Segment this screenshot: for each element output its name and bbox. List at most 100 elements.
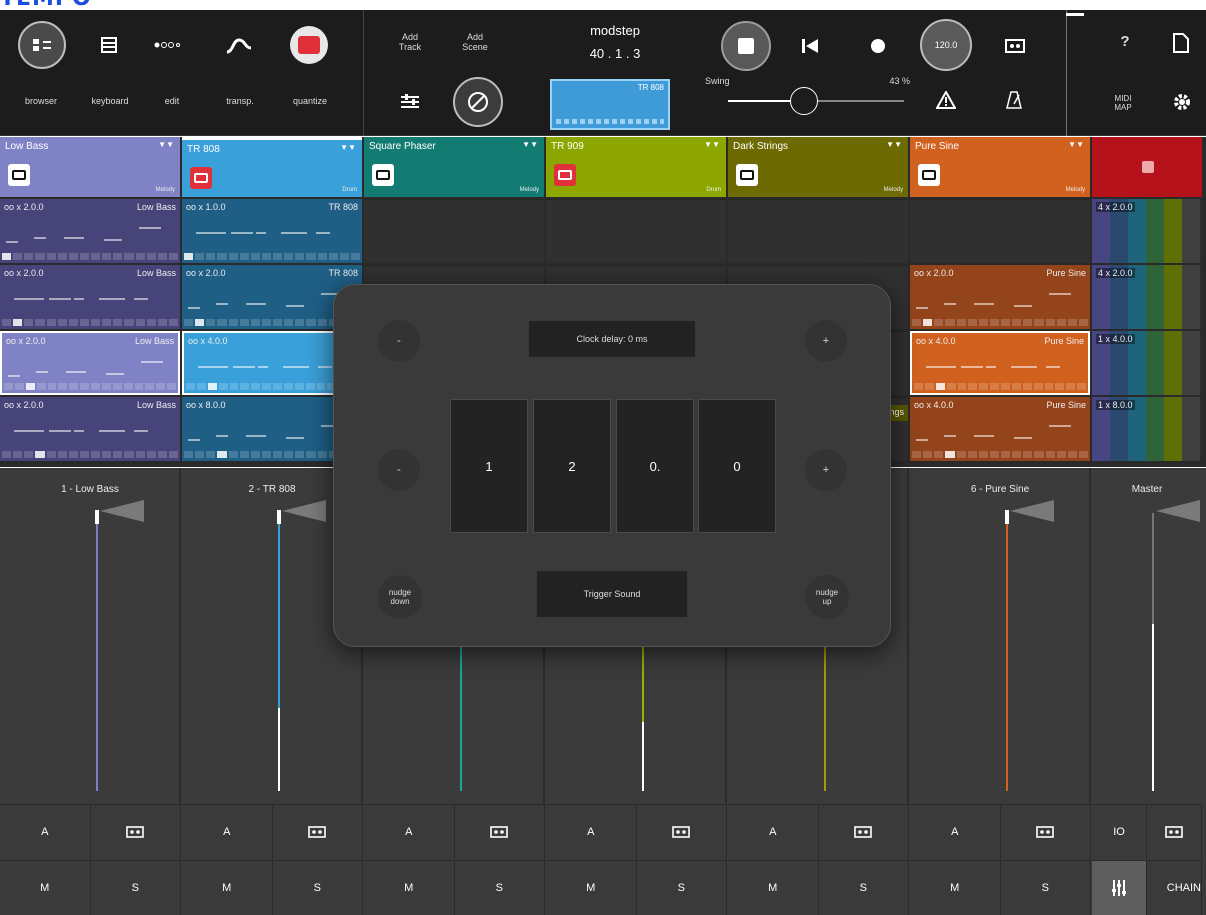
tempo-digit-2[interactable]: 2 [533,399,611,533]
warning-button[interactable] [935,89,957,111]
clip-slot[interactable]: oo x 2.0.0 Low Bass [0,397,180,461]
track-menu-icon[interactable]: ▼▼ [1068,140,1084,149]
solo-button[interactable]: S [1000,861,1091,915]
swing-slider-knob[interactable] [789,87,818,115]
track-menu-icon[interactable]: ▼▼ [522,140,538,149]
step [102,451,112,458]
clock-delay-minus-button[interactable]: - [378,320,420,362]
add-track-button[interactable]: Add Track [390,32,430,52]
track-menu-icon[interactable]: ▼▼ [886,140,902,149]
empty-clip-slot[interactable] [728,199,908,263]
master-scene-slot[interactable]: 1 x 4.0.0 [1092,331,1202,395]
master-scene-slot[interactable]: 1 x 8.0.0 [1092,397,1202,461]
track-header[interactable]: Square Phaser ▼▼ Melody [364,137,544,197]
add-scene-button[interactable]: Add Scene [455,32,495,52]
tape-button[interactable] [272,805,363,859]
tempo-plus-button[interactable]: + [805,449,847,491]
mini-clip-preview[interactable]: TR 808 [550,79,670,130]
arm-button[interactable]: A [728,805,819,859]
tape-button[interactable] [1000,805,1091,859]
track-menu-icon[interactable]: ▼▼ [158,140,174,149]
clip-slot[interactable]: oo x 2.0.0 Pure Sine [910,265,1090,329]
arm-button[interactable]: A [0,805,91,859]
arm-button[interactable]: A [364,805,455,859]
stop-all-button[interactable] [453,77,503,127]
step [1012,319,1022,326]
empty-clip-slot[interactable] [910,199,1090,263]
clock-delay-plus-button[interactable]: + [805,320,847,362]
master-stop-icon[interactable] [1142,161,1154,173]
clip-slot[interactable]: oo x 2.0.0 Low Bass [0,265,180,329]
clip-slot[interactable]: oo x 2.0.0 Low Bass [0,199,180,263]
arm-button[interactable]: A [910,805,1001,859]
metronome-button[interactable] [1003,89,1025,111]
mute-button[interactable]: M [728,861,819,915]
solo-button[interactable]: S [90,861,181,915]
tempo-minus-button[interactable]: - [378,449,420,491]
tape-button[interactable] [90,805,181,859]
quantize-button[interactable] [290,26,328,64]
tape-button[interactable] [818,805,909,859]
empty-clip-slot[interactable] [364,199,544,263]
mute-button[interactable]: M [364,861,455,915]
solo-button[interactable]: S [454,861,545,915]
stop-button[interactable] [721,21,771,71]
track-menu-icon[interactable]: ▼▼ [340,143,356,152]
solo-button[interactable]: S [636,861,727,915]
trigger-sound-button[interactable]: Trigger Sound [537,571,687,617]
tape-button[interactable] [636,805,727,859]
track-header[interactable]: Pure Sine ▼▼ Melody [910,137,1090,197]
nudge-up-button[interactable]: nudge up [805,575,849,619]
master-scene-slot[interactable]: 4 x 2.0.0 [1092,265,1202,329]
mute-button[interactable]: M [0,861,91,915]
tape-button[interactable] [1003,34,1027,58]
arm-button[interactable]: A [182,805,273,859]
settings-button[interactable] [1170,90,1194,114]
chain-button[interactable]: CHAIN [1147,861,1202,915]
solo-button[interactable]: S [272,861,363,915]
tempo-button[interactable]: 120.0 [920,19,972,71]
volume-handle[interactable] [1010,500,1054,522]
record-button[interactable] [866,34,890,58]
swing-slider[interactable] [728,87,904,115]
clip-slot[interactable]: oo x 4.0.0 Pure Sine [910,397,1090,461]
track-header[interactable]: TR 808 ▼▼ Drum [182,137,362,197]
keyboard-button[interactable] [96,32,122,58]
track-header[interactable]: Low Bass ▼▼ Melody [0,137,180,197]
mixer-settings-button[interactable] [398,90,422,114]
mute-button[interactable]: M [182,861,273,915]
volume-handle[interactable] [100,500,144,522]
nudge-down-button[interactable]: nudge down [378,575,422,619]
channel-fader[interactable] [96,513,98,791]
tape-button[interactable] [454,805,545,859]
clip-slot[interactable]: oo x 2.0.0 Low Bass [0,331,180,395]
mute-button[interactable]: M [910,861,1001,915]
browser-button[interactable] [18,21,66,69]
new-document-button[interactable] [1170,31,1192,55]
arm-button[interactable]: A [546,805,637,859]
transpose-button[interactable] [222,32,256,58]
empty-clip-slot[interactable] [546,199,726,263]
tempo-digit-4[interactable]: 0 [698,399,776,533]
clip-slot[interactable]: oo x 1.0.0 TR 808 [182,199,362,263]
rewind-button[interactable] [798,34,822,58]
edit-button[interactable] [152,34,182,56]
master-header[interactable] [1092,137,1202,197]
master-volume-handle[interactable] [1156,500,1200,522]
master-scene-slot[interactable]: 4 x 2.0.0 [1092,199,1202,263]
tape-button[interactable] [1147,805,1202,859]
channel-fader[interactable] [1006,513,1008,791]
midi-map-button[interactable]: MIDI MAP [1108,94,1138,112]
volume-handle[interactable] [282,500,326,522]
io-button[interactable]: IO [1092,805,1147,859]
track-header[interactable]: TR 909 ▼▼ Drum [546,137,726,197]
clip-slot[interactable]: oo x 4.0.0 Pure Sine [910,331,1090,395]
track-header[interactable]: Dark Strings ▼▼ Melody [728,137,908,197]
tempo-digit-3[interactable]: 0. [616,399,694,533]
tempo-digit-1[interactable]: 1 [450,399,528,533]
solo-button[interactable]: S [818,861,909,915]
track-menu-icon[interactable]: ▼▼ [704,140,720,149]
mixer-view-button[interactable] [1092,861,1147,915]
help-button[interactable]: ? [1115,33,1135,50]
mute-button[interactable]: M [546,861,637,915]
